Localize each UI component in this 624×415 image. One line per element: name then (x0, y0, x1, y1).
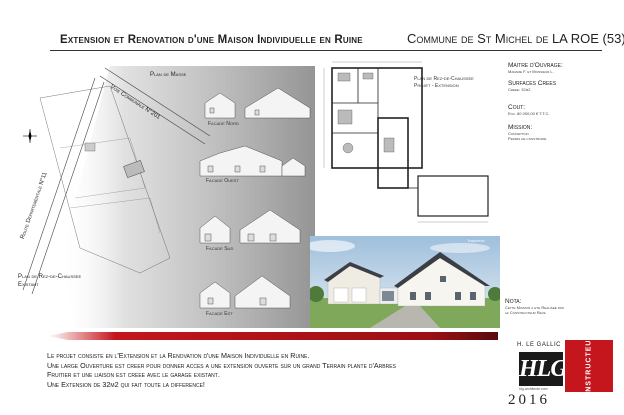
insertion-render (310, 236, 500, 328)
cout-value: Env. 60 000,00 € T.T.C. (508, 111, 550, 116)
commune-title: Commune de St Michel de LA ROE (53) (407, 31, 624, 46)
mission-title: Mission: (508, 124, 533, 131)
floor-plan-label-2: Projet - Extension (414, 83, 459, 89)
header-divider (50, 50, 602, 51)
description-line-1: Le projet consiste en l'Extension et la … (47, 351, 310, 360)
logo-year: 2016 (508, 392, 550, 408)
mission-value-2: Permis de construire (508, 136, 547, 141)
maitre-title: Maitre d'Ouvrage: (508, 62, 563, 69)
red-divider (48, 332, 498, 340)
cout-title: Cout: (508, 104, 526, 111)
project-title: Extension et Renovation d'une Maison Ind… (60, 34, 363, 46)
description-line-4: Une Extension de 32m2 qui fait toute la … (47, 379, 205, 389)
nota-box: Nota: Cette Mission a ete Realisee par l… (505, 298, 615, 328)
plan-masse-label: Plan de Masse (150, 72, 187, 78)
project-description: Le projet consiste en l'Extension et la … (47, 351, 497, 389)
facade-nord-label: Facade Nord (208, 121, 239, 127)
facade-est-label: Facade Est (206, 311, 233, 317)
logo-website: hlg-architecte.com (519, 387, 548, 391)
surfaces-value: Creee: 32m2 (508, 87, 531, 92)
floor-plan-label-1: Plan de Rez-de-Chaussee (414, 76, 474, 82)
maitre-value: Madame F. et Monsieur L. (508, 69, 554, 74)
description-line-3: Fruitier et une liaison est creee avec l… (47, 370, 220, 379)
existing-plan-label: Plan de Rez-de-Chaussee Existant (18, 274, 82, 288)
insertion-label: Insertion (468, 238, 485, 243)
description-line-2: Une large Ouverture est creer pour donne… (47, 360, 396, 370)
nota-title: Nota: (505, 298, 522, 305)
facade-sud-label: Facade Sud (206, 246, 234, 252)
surfaces-title: Surfaces Crees (508, 80, 557, 87)
nota-text-2: le Constructeur Reve (505, 310, 546, 315)
floor-plan-drawing (323, 61, 489, 223)
logo-constructeurs-band: CONSTRUCTEURS (565, 328, 613, 404)
facade-ouest-label: Facade Ouest (206, 178, 239, 184)
logo-name: H. LE GALLIC (517, 342, 562, 348)
logo-mark: HLG (519, 352, 568, 386)
logo-constructeurs-text: CONSTRUCTEURS (585, 327, 593, 405)
project-info: Maitre d'Ouvrage: Madame F. et Monsieur … (508, 62, 608, 141)
